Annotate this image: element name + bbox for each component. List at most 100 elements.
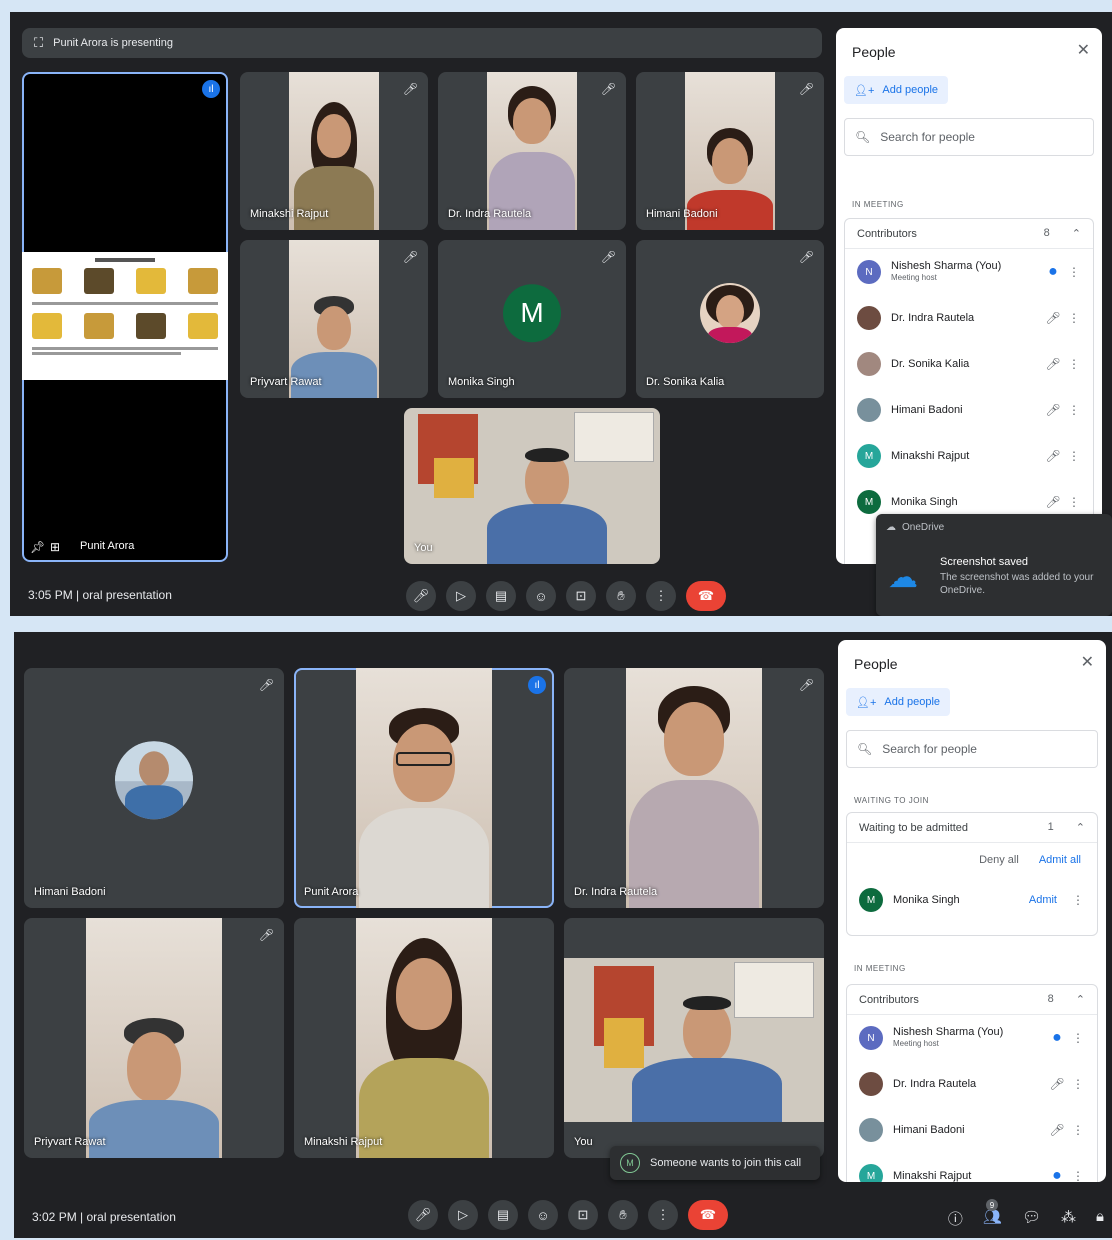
avatar: M: [503, 284, 561, 343]
group-header[interactable]: Waiting to be admitted 1 ⌃: [847, 813, 1097, 843]
tile-name: Minakshi Rajput: [304, 1136, 383, 1148]
more-options-icon[interactable]: ⋮: [648, 1200, 678, 1230]
join-request-toast[interactable]: M Someone wants to join this call: [610, 1146, 820, 1180]
presentation-tile[interactable]: ıl 📌︎ ⊞ Punit Arora: [22, 72, 228, 562]
list-item[interactable]: N Nishesh Sharma (You) Meeting host ● ⋮: [845, 249, 1093, 295]
list-item[interactable]: M Minakshi Rajput ● ⋮: [847, 1153, 1097, 1182]
host-controls-icon[interactable]: 🔒︎: [1096, 1208, 1104, 1229]
admit-all-button[interactable]: Admit all: [1039, 854, 1081, 866]
group-title: Contributors: [857, 227, 917, 240]
more-icon[interactable]: ⋮: [1071, 893, 1085, 907]
meet-screenshot-presenting: ⛶ Punit Arora is presenting ıl 📌︎ ⊞ Puni…: [10, 12, 1112, 616]
contributors-group: Contributors 8 ⌃ N Nishesh Sharma (You) Me…: [846, 984, 1098, 1182]
self-tile[interactable]: You: [404, 408, 660, 564]
chevron-up-icon[interactable]: ⌃: [1076, 821, 1085, 834]
chat-icon[interactable]: 💬︎: [1022, 1208, 1041, 1229]
search-input[interactable]: 🔍︎ Search for people: [846, 730, 1098, 768]
group-header[interactable]: Contributors 8 ⌃: [847, 985, 1097, 1015]
participant-tile[interactable]: M 🎤︎ Monika Singh: [438, 240, 626, 398]
more-icon[interactable]: ⋮: [1071, 1169, 1085, 1182]
tile-name: Minakshi Rajput: [250, 208, 329, 220]
add-people-button[interactable]: 👤︎+ Add people: [844, 76, 949, 104]
self-tile[interactable]: You: [564, 918, 824, 1158]
avatar: N: [857, 260, 881, 284]
speaking-indicator-icon: ıl: [528, 676, 546, 694]
list-item[interactable]: Himani Badoni 🎤︎ ⋮: [845, 387, 1093, 433]
more-icon[interactable]: ⋮: [1067, 357, 1081, 371]
add-people-button[interactable]: 👤︎+ Add people: [846, 688, 951, 716]
list-item[interactable]: Himani Badoni 🎤︎ ⋮: [847, 1107, 1097, 1153]
tile-name: Monika Singh: [448, 376, 515, 388]
tile-name: Dr. Indra Rautela: [448, 208, 532, 220]
more-icon[interactable]: ⋮: [1067, 495, 1081, 509]
group-count: 8: [1047, 993, 1054, 1005]
waiting-section-label: WAITING TO JOIN: [854, 796, 929, 805]
admit-button[interactable]: Admit: [1029, 894, 1057, 906]
raise-hand-icon[interactable]: ✋︎: [606, 581, 636, 611]
list-item[interactable]: N Nishesh Sharma (You) Meeting host ● ⋮: [847, 1015, 1097, 1061]
person-name: Monika Singh: [891, 496, 958, 508]
microphone-icon[interactable]: 🎤︎: [406, 581, 436, 611]
avatar: N: [859, 1026, 883, 1050]
tile-name: Priyvart Rawat: [34, 1136, 106, 1148]
chevron-up-icon[interactable]: ⌃: [1072, 227, 1081, 240]
participant-tile[interactable]: 🎤︎ Minakshi Rajput: [240, 72, 428, 230]
more-icon[interactable]: ⋮: [1067, 403, 1081, 417]
person-name: Himani Badoni: [893, 1124, 965, 1136]
more-icon[interactable]: ⋮: [1071, 1077, 1085, 1091]
presenting-banner: ⛶ Punit Arora is presenting: [22, 28, 822, 58]
microphone-icon[interactable]: 🎤︎: [408, 1200, 438, 1230]
captions-icon[interactable]: ▤: [486, 581, 516, 611]
join-toast-text: Someone wants to join this call: [650, 1157, 802, 1169]
list-item[interactable]: Dr. Indra Rautela 🎤︎ ⋮: [847, 1061, 1097, 1107]
avatar: [859, 1118, 883, 1142]
present-icon[interactable]: ⊡: [568, 1200, 598, 1230]
close-icon[interactable]: ✕: [1077, 40, 1090, 60]
presenting-text: Punit Arora is presenting: [53, 37, 173, 49]
participant-tile[interactable]: 🎤︎ Dr. Indra Rautela: [564, 668, 824, 908]
chevron-up-icon[interactable]: ⌃: [1076, 993, 1085, 1006]
participant-tile[interactable]: 🎤︎ Priyvart Rawat: [240, 240, 428, 398]
participant-tile[interactable]: 🎤︎ Himani Badoni: [636, 72, 824, 230]
contributors-group: Contributors 8 ⌃ N Nishesh Sharma (You) Me…: [844, 218, 1094, 564]
emoji-icon[interactable]: ☺: [526, 581, 556, 611]
more-icon[interactable]: ⋮: [1067, 311, 1081, 325]
more-icon[interactable]: ⋮: [1067, 449, 1081, 463]
present-icon[interactable]: ⊡: [566, 581, 596, 611]
leave-call-button[interactable]: ☎︎: [688, 1200, 728, 1230]
camera-icon[interactable]: ▷: [448, 1200, 478, 1230]
leave-call-button[interactable]: ☎︎: [686, 581, 726, 611]
more-icon[interactable]: ⋮: [1071, 1123, 1085, 1137]
close-icon[interactable]: ✕: [1081, 652, 1094, 672]
participant-tile[interactable]: 🎤︎ Priyvart Rawat: [24, 918, 284, 1158]
captions-icon[interactable]: ▤: [488, 1200, 518, 1230]
list-item[interactable]: M Minakshi Rajput 🎤︎ ⋮: [845, 433, 1093, 479]
mic-off-icon: 🎤︎: [1045, 403, 1061, 417]
more-options-icon[interactable]: ⋮: [646, 581, 676, 611]
group-header[interactable]: Contributors 8 ⌃: [845, 219, 1093, 249]
people-icon[interactable]: 👥︎ 9: [983, 1199, 1002, 1229]
camera-icon[interactable]: ▷: [446, 581, 476, 611]
raise-hand-icon[interactable]: ✋︎: [608, 1200, 638, 1230]
list-item[interactable]: Dr. Sonika Kalia 🎤︎ ⋮: [845, 341, 1093, 387]
activities-icon[interactable]: ⁂: [1061, 1208, 1076, 1229]
participant-tile[interactable]: 🎤︎ Himani Badoni: [24, 668, 284, 908]
emoji-icon[interactable]: ☺: [528, 1200, 558, 1230]
participant-tile[interactable]: 🎤︎ Dr. Sonika Kalia: [636, 240, 824, 398]
more-icon[interactable]: ⋮: [1067, 265, 1081, 279]
participant-tile[interactable]: 🎤︎ Dr. Indra Rautela: [438, 72, 626, 230]
pin-icon[interactable]: 📌︎: [30, 540, 45, 554]
search-input[interactable]: 🔍︎ Search for people: [844, 118, 1094, 156]
list-item[interactable]: M Monika Singh Admit ⋮: [847, 877, 1097, 923]
participant-tile[interactable]: Minakshi Rajput: [294, 918, 554, 1158]
list-item[interactable]: Dr. Indra Rautela 🎤︎ ⋮: [845, 295, 1093, 341]
tile-name: You: [414, 542, 433, 554]
more-icon[interactable]: ⋮: [1071, 1031, 1085, 1045]
info-icon[interactable]: ⓘ: [948, 1208, 963, 1229]
mic-off-icon: 🎤︎: [258, 928, 274, 942]
deny-all-button[interactable]: Deny all: [979, 854, 1019, 866]
fullscreen-icon[interactable]: ⊞: [50, 540, 60, 554]
onedrive-notification[interactable]: ☁ OneDrive ☁ Screenshot saved The screen…: [876, 514, 1112, 616]
side-panel-toggles: ⓘ 👥︎ 9 💬︎ ⁂ 🔒︎: [948, 1199, 1104, 1229]
participant-tile[interactable]: ıl Punit Arora: [294, 668, 554, 908]
